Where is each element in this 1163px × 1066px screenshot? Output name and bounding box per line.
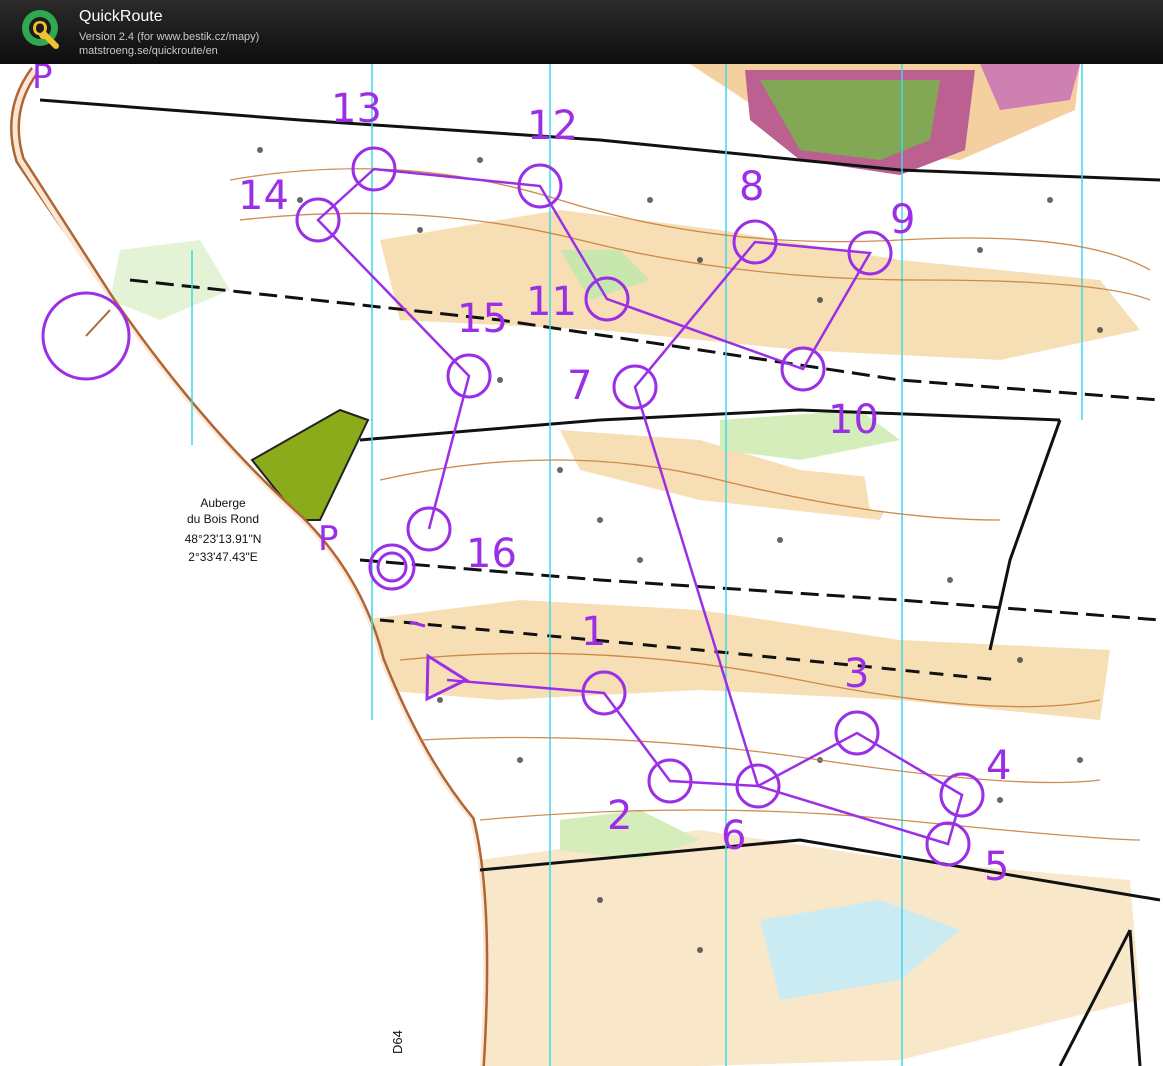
longitude: 2°33'47.43"E [188, 550, 258, 564]
control-number-3: 3 [844, 651, 870, 697]
control-number-13: 13 [331, 86, 382, 132]
control-number-2: 2 [607, 793, 633, 839]
control-number-5: 5 [984, 844, 1010, 890]
control-number-11: 11 [526, 279, 577, 325]
control-number-8: 8 [739, 164, 765, 210]
orienteering-map[interactable]: P P Auberge du Bois Rond 48°23'13.91"N 2… [0, 64, 1163, 1066]
control-number-4: 4 [986, 743, 1012, 789]
control-number-14: 14 [238, 173, 289, 219]
app-title: QuickRoute [79, 8, 163, 25]
control-number-12: 12 [527, 103, 578, 149]
control-number-16: 16 [466, 531, 517, 577]
control-number-7: 7 [567, 363, 593, 409]
parking-marker: P [318, 519, 339, 559]
quickroute-logo-icon: Q [22, 10, 59, 49]
app-version: Version 2.4 (for www.bestik.cz/mapy) [79, 31, 260, 43]
control-number-6: 6 [721, 813, 747, 859]
svg-text:Q: Q [32, 18, 48, 40]
map-canvas [0, 64, 1161, 1066]
latitude: 48°23'13.91"N [184, 532, 262, 546]
control-number-9: 9 [890, 197, 916, 243]
app-title-bar: Q QuickRoute Version 2.4 (for www.bestik… [0, 0, 1163, 64]
app-url: matstroeng.se/quickroute/en [79, 45, 218, 57]
place-name-2: du Bois Rond [186, 512, 260, 526]
control-number-15: 15 [457, 296, 508, 342]
control-number-1: 1 [581, 609, 607, 655]
place-name: Auberge [200, 496, 246, 510]
parking-marker-top: P [32, 64, 53, 97]
road-label: D64 [390, 1030, 405, 1054]
control-number-10: 10 [828, 397, 879, 443]
